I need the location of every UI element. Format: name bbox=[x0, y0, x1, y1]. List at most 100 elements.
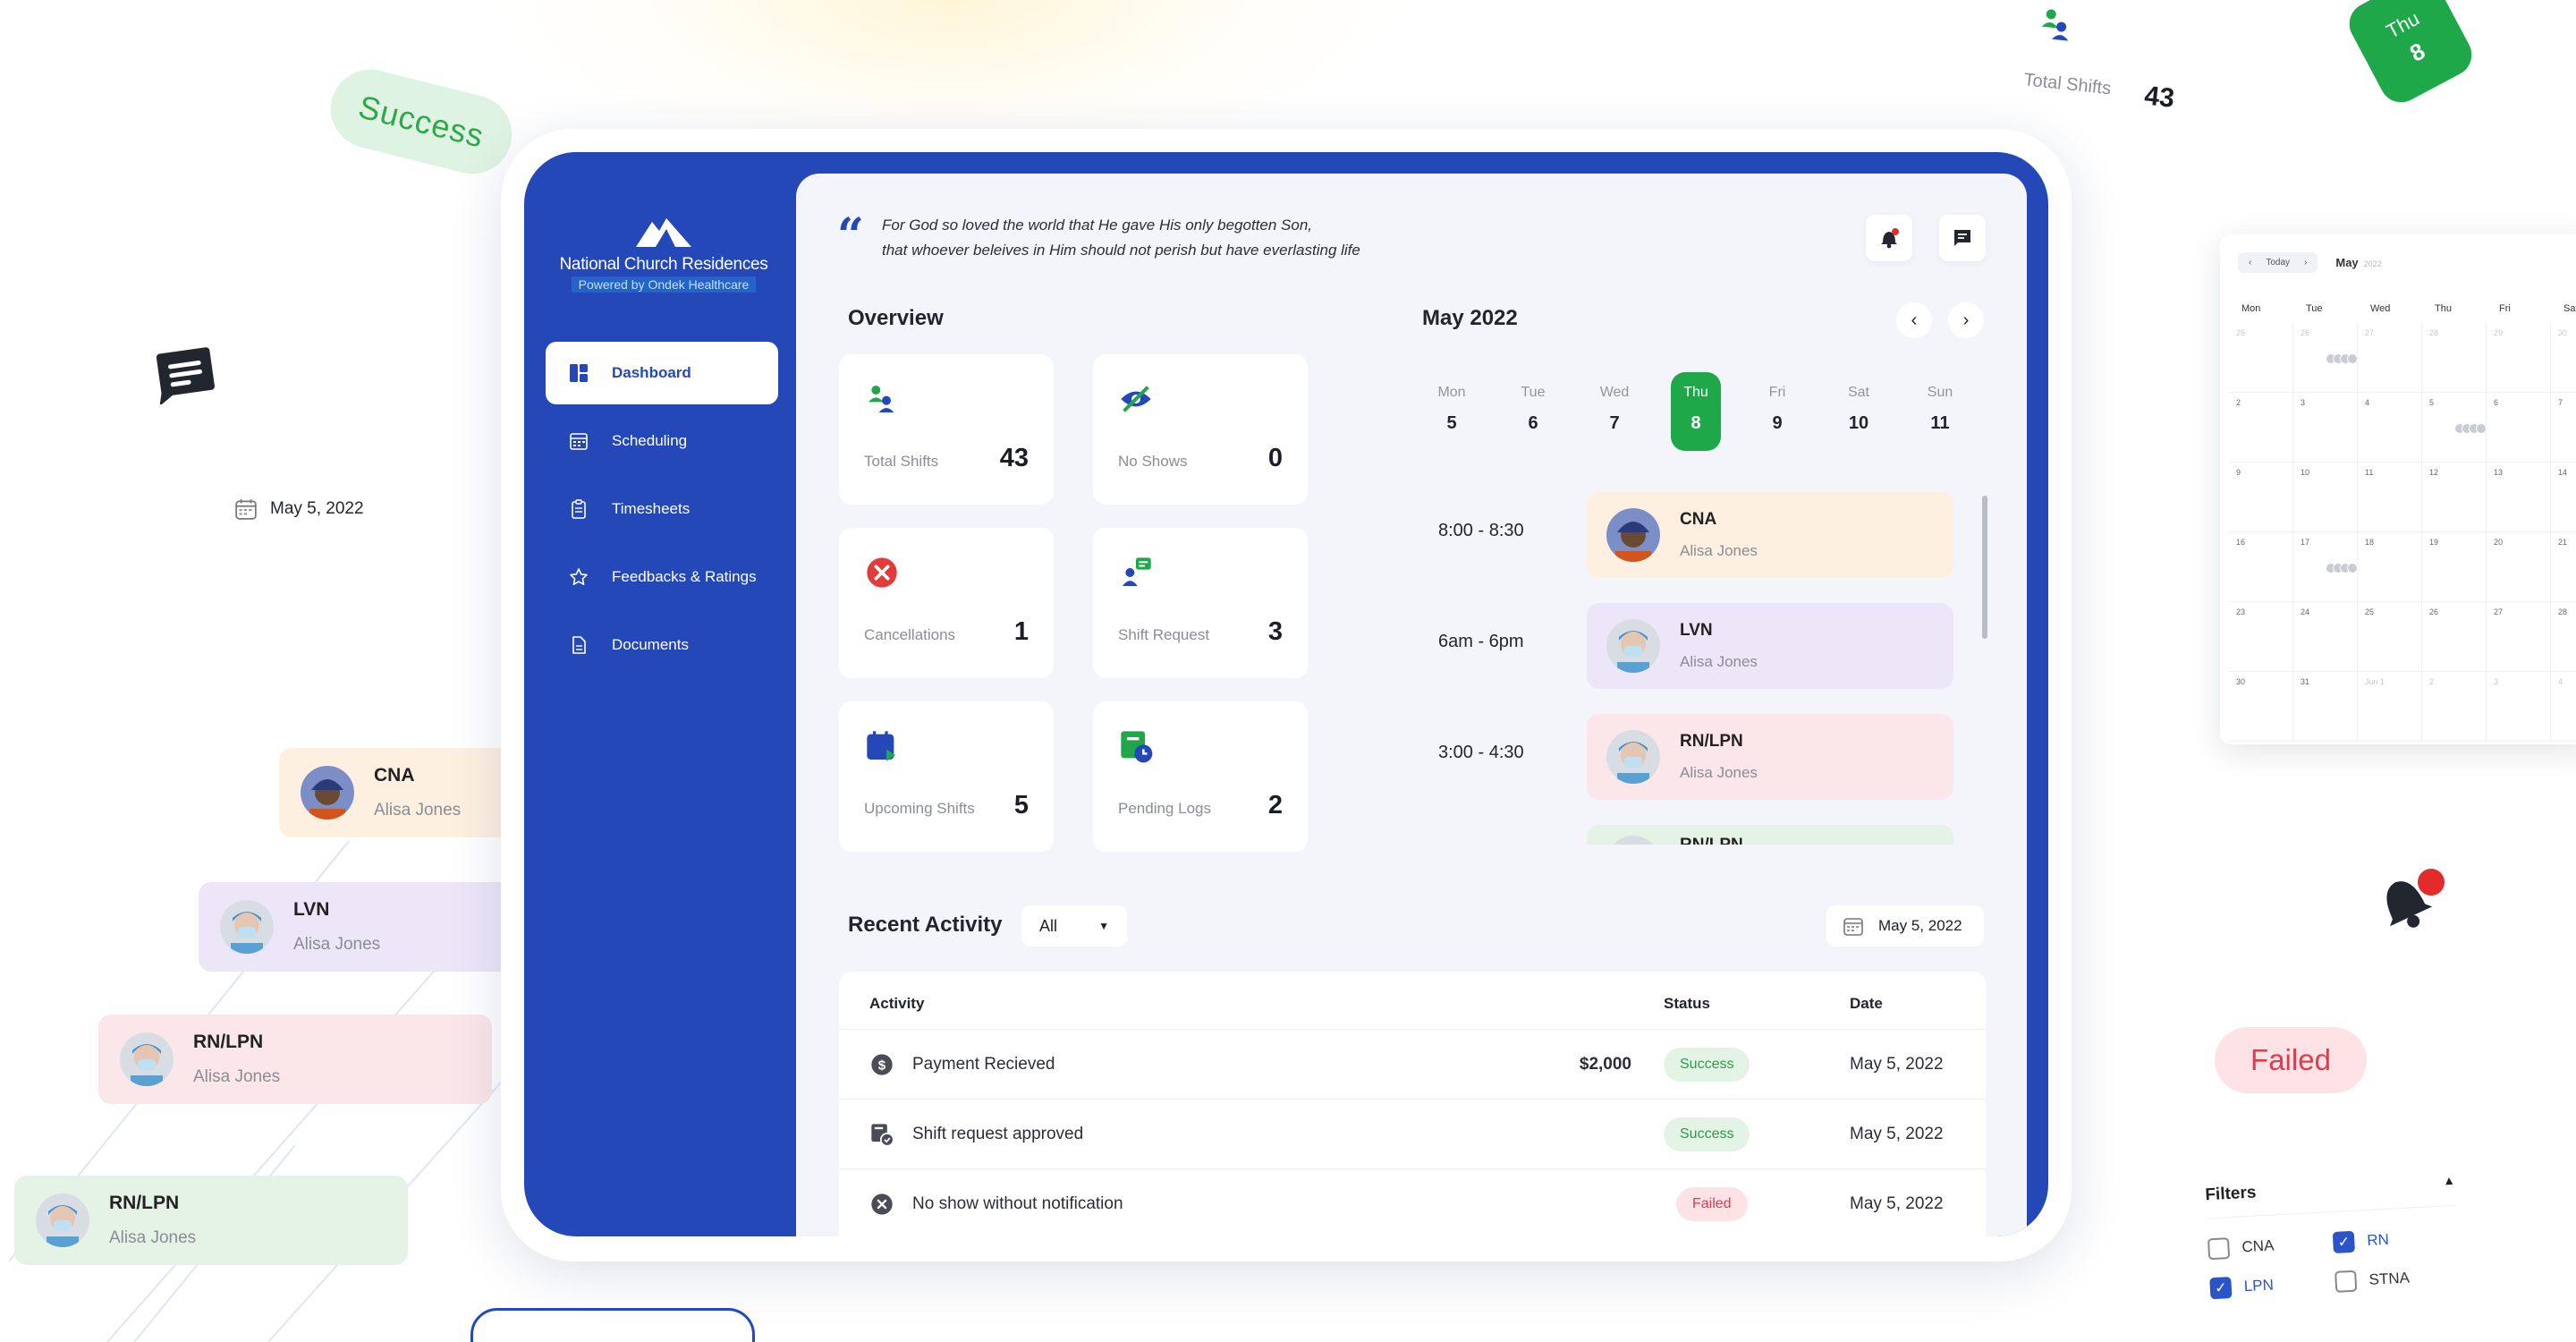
stat-no-shows[interactable]: No Shows 0 bbox=[1093, 354, 1308, 505]
filter-cna[interactable]: CNA bbox=[2207, 1232, 2334, 1261]
shift-role: RN/LPN bbox=[1680, 836, 1743, 845]
calendar-day-cell[interactable]: 25 bbox=[2229, 323, 2293, 393]
stat-shift-request[interactable]: Shift Request 3 bbox=[1093, 528, 1308, 678]
notifications-button[interactable] bbox=[1866, 215, 1912, 261]
shift-card-rn-lpn[interactable]: RN/LPN Alisa Jones bbox=[1587, 714, 1953, 800]
table-row[interactable]: Shift request approved Success May 5, 20… bbox=[839, 1099, 1986, 1168]
shift-card-lvn[interactable]: LVN Alisa Jones bbox=[1587, 603, 1953, 689]
sidebar-item-feedbacks[interactable]: Feedbacks & Ratings bbox=[546, 546, 778, 608]
activity-filter-select[interactable]: All ▼ bbox=[1021, 905, 1127, 947]
calendar-day-cell[interactable]: 25 bbox=[2358, 602, 2422, 672]
checkbox[interactable] bbox=[2334, 1270, 2358, 1293]
calendar-day-cell[interactable]: 3 bbox=[2487, 672, 2551, 742]
filters-title: Filters bbox=[2204, 1183, 2257, 1205]
day-tue[interactable]: Tue 6 bbox=[1508, 372, 1558, 451]
checkbox-checked[interactable]: ✓ bbox=[2209, 1277, 2233, 1300]
quote-icon: “ bbox=[837, 208, 864, 263]
calendar-day-cell[interactable]: 23 bbox=[2229, 602, 2293, 672]
app-screen: National Church Residences Powered by On… bbox=[524, 152, 2048, 1236]
shift-name: Alisa Jones bbox=[1680, 653, 1758, 670]
stat-pending-logs[interactable]: Pending Logs 2 bbox=[1093, 701, 1308, 852]
shift-card-rn-lpn-2[interactable]: RN/LPN bbox=[1587, 825, 1953, 845]
calendar-day-cell[interactable]: 29 bbox=[2487, 323, 2551, 393]
mountain-logo-icon bbox=[636, 218, 691, 247]
calendar-day-cell[interactable]: 7 bbox=[2551, 393, 2576, 463]
checkbox[interactable] bbox=[2207, 1237, 2231, 1261]
calendar-nav[interactable]: ‹ Today › bbox=[2238, 252, 2318, 273]
calendar-day-cell[interactable]: 18 bbox=[2358, 532, 2422, 602]
day-fri[interactable]: Fri 9 bbox=[1752, 372, 1802, 451]
filter-rn[interactable]: ✓ RN bbox=[2332, 1226, 2459, 1253]
stat-cancellations[interactable]: Cancellations 1 bbox=[839, 528, 1054, 678]
calendar-day-cell[interactable]: 2 bbox=[2229, 393, 2293, 463]
calendar-day-cell[interactable]: 19 bbox=[2422, 532, 2487, 602]
calendar-day-cell[interactable]: 16 bbox=[2229, 532, 2293, 602]
calendar-day-cell[interactable]: 4 bbox=[2358, 393, 2422, 463]
day-thu-selected[interactable]: Thu 8 bbox=[1671, 372, 1721, 451]
calendar-day-cell[interactable]: 24 bbox=[2293, 602, 2358, 672]
column-header-status: Status bbox=[1664, 995, 1710, 1012]
shift-card-cna[interactable]: CNA Alisa Jones bbox=[1587, 492, 1953, 578]
calendar-day-cell[interactable]: 30 bbox=[2551, 323, 2576, 393]
calendar-day-cell[interactable]: 21 bbox=[2551, 532, 2576, 602]
calendar-day-cell[interactable]: 9 bbox=[2229, 463, 2293, 532]
day-wed[interactable]: Wed 7 bbox=[1589, 372, 1640, 451]
calendar-day-cell[interactable]: 13 bbox=[2487, 463, 2551, 532]
dollar-icon: $ bbox=[871, 1054, 893, 1075]
avatar-stack bbox=[2326, 353, 2358, 364]
calendar-day-cell[interactable]: 14 bbox=[2551, 463, 2576, 532]
table-row[interactable]: No show without notification Failed May … bbox=[839, 1168, 1986, 1236]
stat-upcoming-shifts[interactable]: Upcoming Shifts 5 bbox=[839, 701, 1054, 852]
calendar-day-cell[interactable]: 10 bbox=[2293, 463, 2358, 532]
calendar-day-cell[interactable]: Jun 1 bbox=[2358, 672, 2422, 742]
calendar-day-cell[interactable]: 20 bbox=[2487, 532, 2551, 602]
stat-label: Shift Request bbox=[1118, 626, 1210, 643]
calendar-weekday: Mon bbox=[2241, 303, 2261, 314]
calendar-day-cell[interactable]: 6 bbox=[2487, 393, 2551, 463]
table-row[interactable]: $ Payment Recieved $2,000 Success May 5,… bbox=[839, 1029, 1986, 1099]
today-button[interactable]: Today bbox=[2266, 258, 2290, 268]
next-week-button[interactable]: › bbox=[1948, 302, 1984, 338]
calendar-day-cell[interactable]: 26 bbox=[2293, 323, 2358, 393]
users-icon bbox=[2041, 9, 2069, 41]
logo: National Church Residences Powered by On… bbox=[555, 217, 773, 293]
calendar-day-cell[interactable]: 11 bbox=[2358, 463, 2422, 532]
sidebar-item-documents[interactable]: Documents bbox=[546, 614, 778, 676]
stat-total-shifts[interactable]: Total Shifts 43 bbox=[839, 354, 1054, 505]
calendar-day-cell[interactable]: 5 bbox=[2422, 393, 2487, 463]
calendar-day-cell[interactable]: 12 bbox=[2422, 463, 2487, 532]
checkbox-checked[interactable]: ✓ bbox=[2332, 1230, 2355, 1253]
calendar-day-cell[interactable]: 31 bbox=[2293, 672, 2358, 742]
calendar-day-cell[interactable]: 2 bbox=[2422, 672, 2487, 742]
sidebar: National Church Residences Powered by On… bbox=[524, 152, 796, 1236]
day-mon[interactable]: Mon 5 bbox=[1427, 372, 1477, 451]
messages-button[interactable] bbox=[1939, 215, 1986, 261]
calendar-day-cell[interactable]: 27 bbox=[2487, 602, 2551, 672]
x-circle-icon bbox=[871, 1193, 893, 1215]
caret-up-icon[interactable]: ▲ bbox=[2443, 1173, 2456, 1193]
calendar-day-cell[interactable]: 17 bbox=[2293, 532, 2358, 602]
calendar-day-cell[interactable]: 26 bbox=[2422, 602, 2487, 672]
sidebar-item-scheduling[interactable]: Scheduling bbox=[546, 410, 778, 472]
calendar-day-cell[interactable]: 30 bbox=[2229, 672, 2293, 742]
day-sun[interactable]: Sun 11 bbox=[1915, 372, 1965, 451]
day-sat[interactable]: Sat 10 bbox=[1834, 372, 1884, 451]
card-name: Alisa Jones bbox=[293, 935, 381, 954]
calendar-day-cell[interactable]: 4 bbox=[2551, 672, 2576, 742]
activity-date: May 5, 2022 bbox=[1850, 1125, 1944, 1143]
shift-list-scrollbar[interactable] bbox=[1982, 496, 1987, 639]
shift-role: RN/LPN bbox=[1680, 732, 1743, 751]
avatar bbox=[220, 900, 274, 954]
calendar-day-cell[interactable]: 3 bbox=[2293, 393, 2358, 463]
prev-week-button[interactable]: ‹ bbox=[1896, 302, 1932, 338]
sidebar-item-label: Dashboard bbox=[612, 364, 691, 381]
sidebar-item-timesheets[interactable]: Timesheets bbox=[546, 478, 778, 540]
chevron-right-icon[interactable]: › bbox=[2304, 258, 2307, 268]
sidebar-item-dashboard[interactable]: Dashboard bbox=[546, 342, 778, 404]
activity-date-picker[interactable]: May 5, 2022 bbox=[1826, 905, 1984, 947]
calendar-day-cell[interactable]: 27 bbox=[2358, 323, 2422, 393]
shift-list-clip: RN/LPN bbox=[1587, 814, 1953, 845]
calendar-day-cell[interactable]: 28 bbox=[2551, 602, 2576, 672]
chevron-left-icon[interactable]: ‹ bbox=[2249, 258, 2251, 268]
calendar-day-cell[interactable]: 28 bbox=[2422, 323, 2487, 393]
